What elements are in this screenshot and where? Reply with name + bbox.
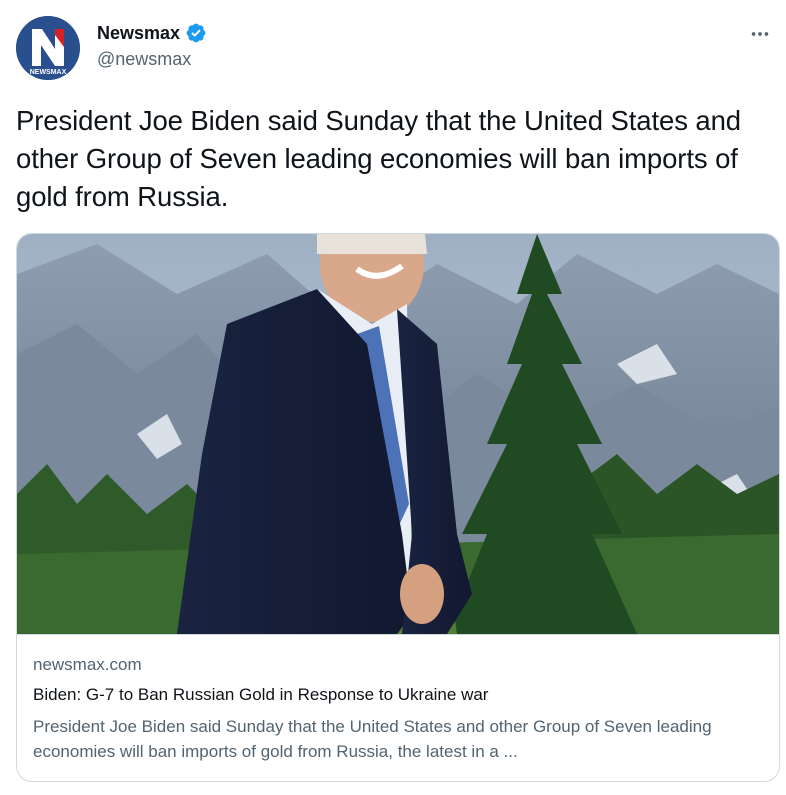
card-title: Biden: G-7 to Ban Russian Gold in Respon… xyxy=(33,685,489,704)
author-avatar[interactable]: NEWSMAX xyxy=(16,16,80,80)
card-image[interactable] xyxy=(17,234,779,634)
avatar-wordmark: NEWSMAX xyxy=(30,69,67,76)
tweet-text: President Joe Biden said Sunday that the… xyxy=(16,105,741,212)
author-info: Newsmax @newsmax xyxy=(97,21,207,70)
card-meta: newsmax.com Biden: G-7 to Ban Russian Go… xyxy=(17,634,779,781)
tweet-container: NEWSMAX Newsmax @newsmax President Joe B… xyxy=(0,0,786,795)
card-description: President Joe Biden said Sunday that the… xyxy=(33,717,712,761)
card-domain: newsmax.com xyxy=(33,655,142,674)
more-horizontal-icon xyxy=(751,32,769,36)
author-display-name[interactable]: Newsmax xyxy=(97,23,180,44)
newsmax-logo-icon: NEWSMAX xyxy=(16,16,80,80)
verified-badge-icon xyxy=(185,22,207,44)
more-options-button[interactable] xyxy=(744,20,776,48)
display-name-row: Newsmax xyxy=(97,21,207,45)
link-preview-card[interactable]: newsmax.com Biden: G-7 to Ban Russian Go… xyxy=(16,233,780,782)
author-handle[interactable]: @newsmax xyxy=(97,49,207,70)
